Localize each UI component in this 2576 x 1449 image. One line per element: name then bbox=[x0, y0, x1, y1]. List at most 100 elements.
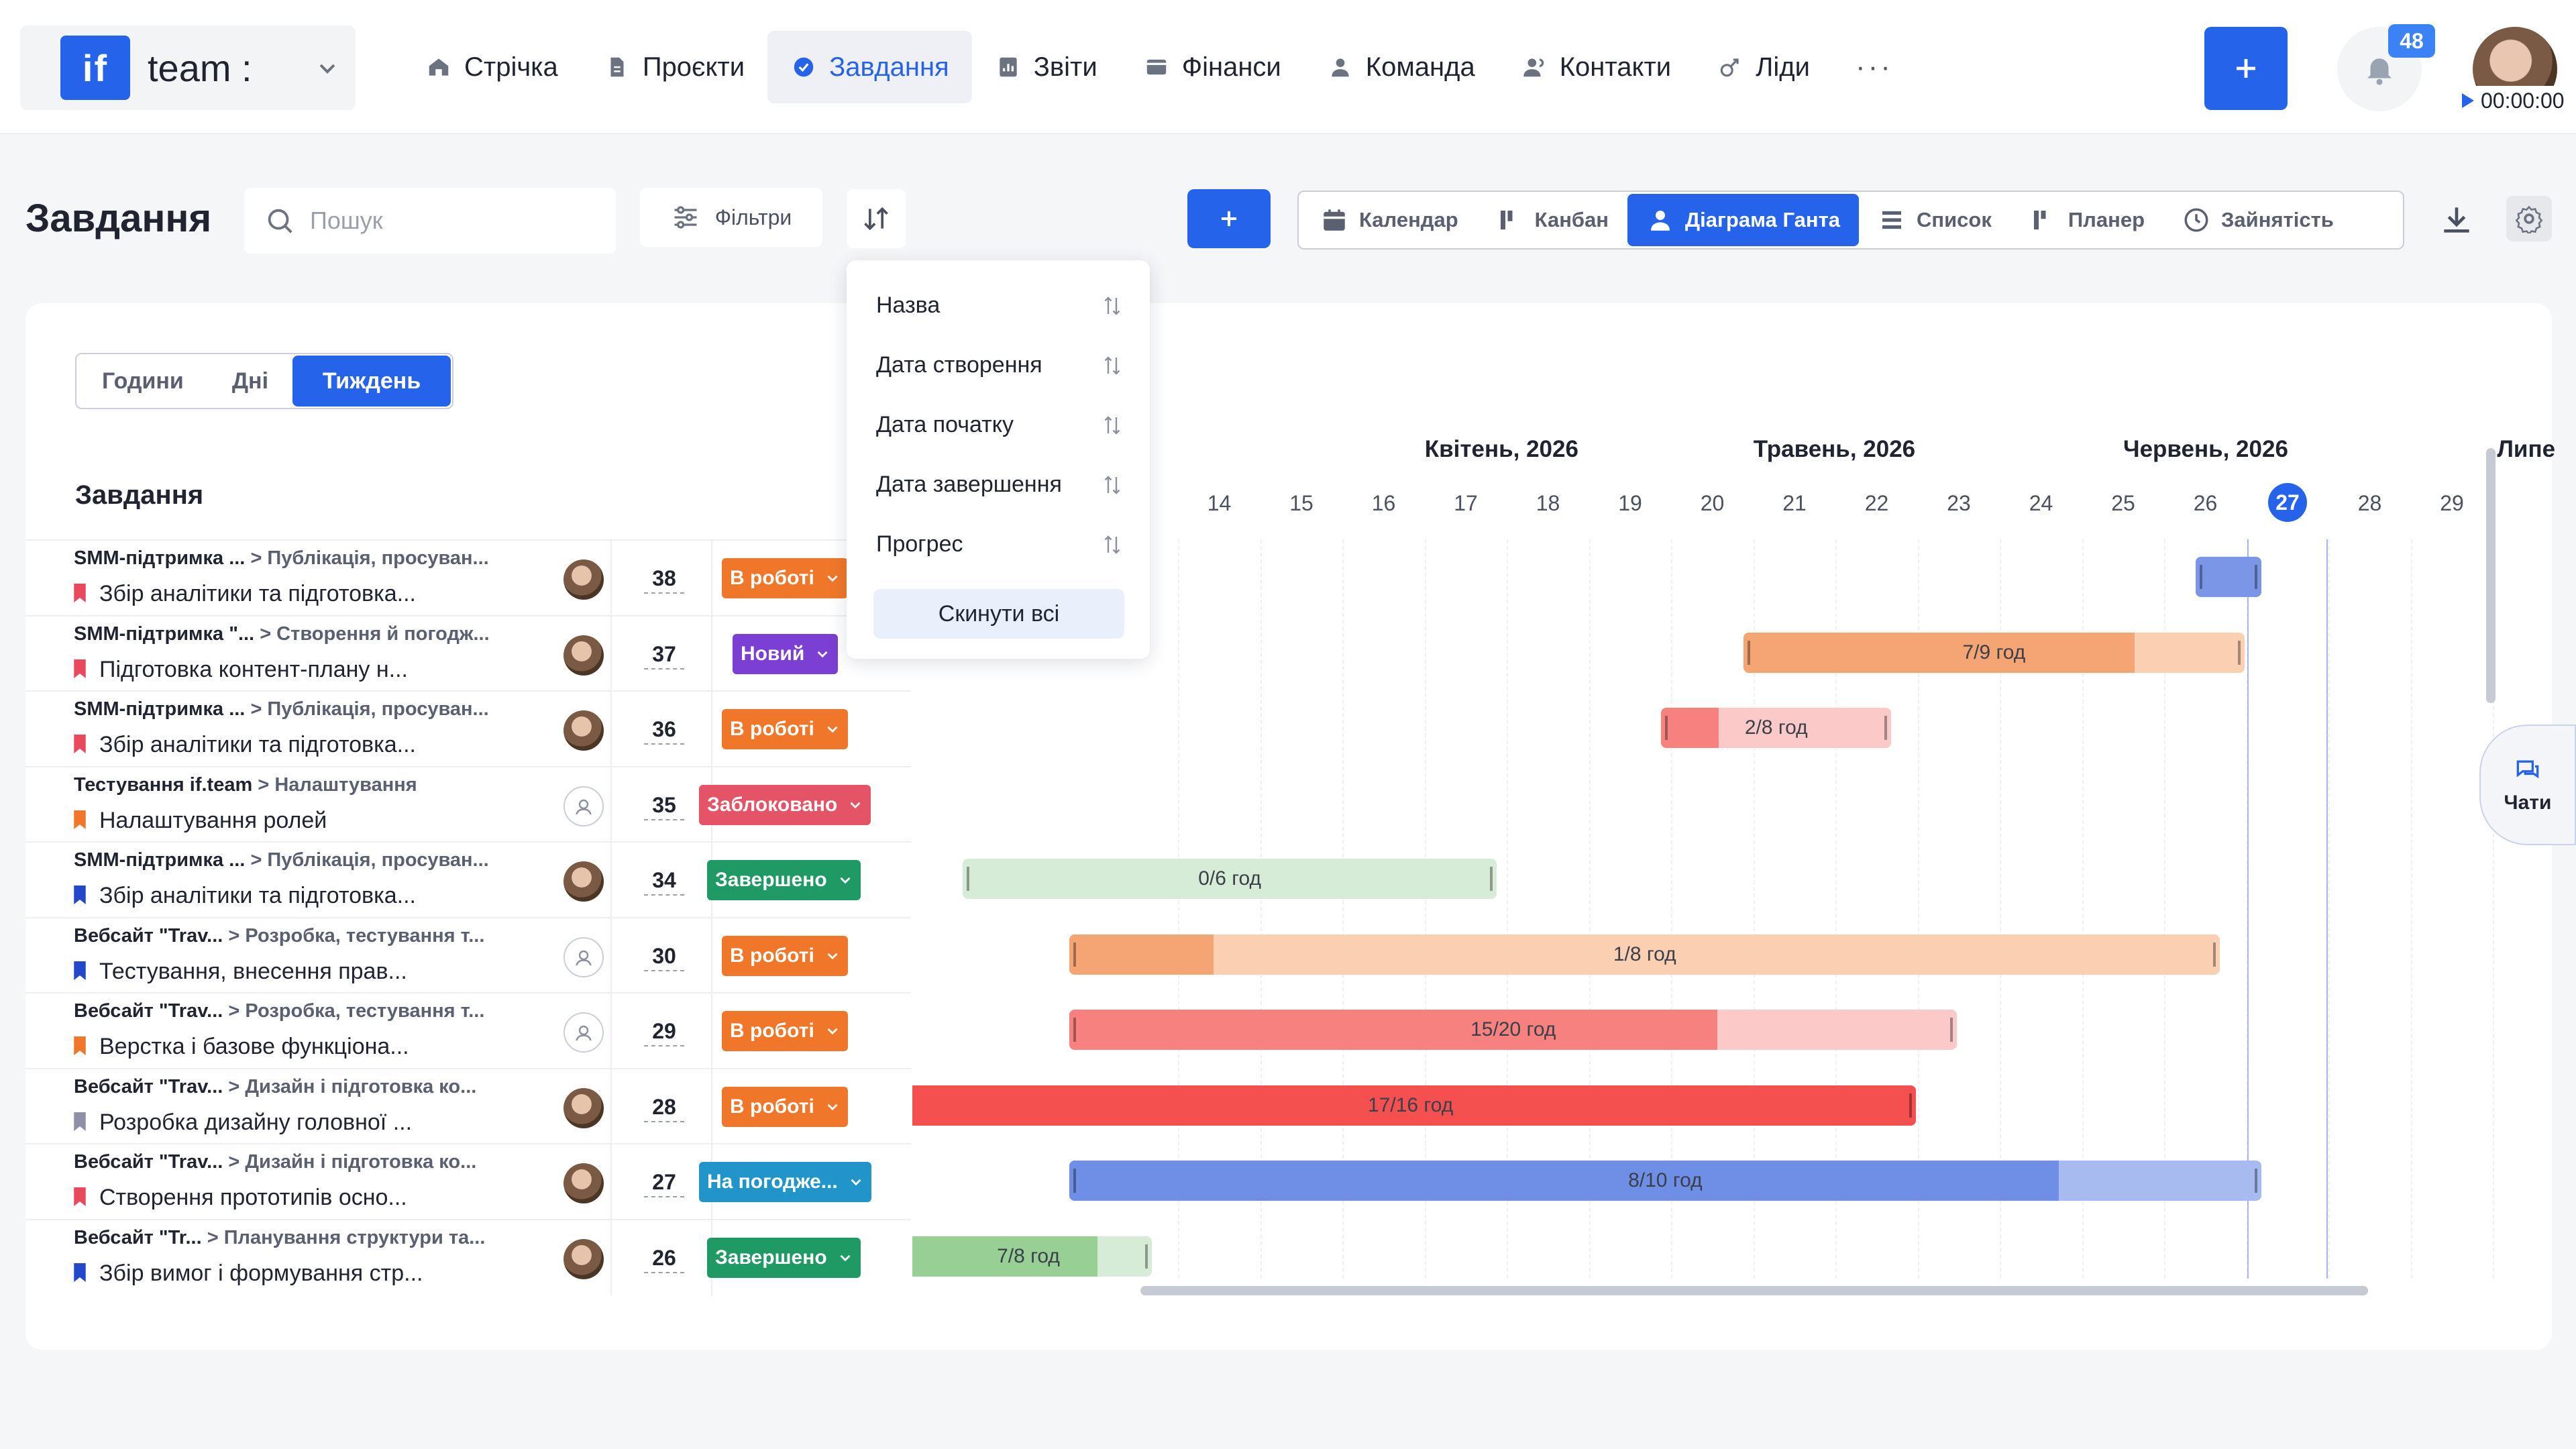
status-dropdown[interactable]: В роботі bbox=[722, 558, 848, 598]
gantt-bar[interactable]: 8/10 год bbox=[1069, 1161, 2261, 1201]
status-dropdown[interactable]: В роботі bbox=[722, 1011, 848, 1051]
nav-item-1[interactable]: Проєкти bbox=[581, 31, 767, 103]
task-id[interactable]: 35 bbox=[644, 793, 684, 820]
project-name[interactable]: Вебсайт "Trav... bbox=[74, 925, 223, 947]
task-id[interactable]: 27 bbox=[644, 1170, 684, 1197]
task-name[interactable]: Збір аналітики та підготовка... bbox=[99, 883, 416, 909]
task-name[interactable]: Збір аналітики та підготовка... bbox=[99, 581, 416, 607]
section-name[interactable]: > Публікація, просуван... bbox=[250, 849, 488, 871]
status-dropdown[interactable]: На погодже... bbox=[699, 1162, 871, 1202]
task-id[interactable]: 36 bbox=[644, 717, 684, 745]
create-button[interactable] bbox=[2204, 27, 2288, 110]
task-row[interactable]: SMM-підтримка ... > Публікація, просуван… bbox=[25, 539, 911, 616]
status-dropdown[interactable]: В роботі bbox=[722, 709, 848, 749]
status-dropdown[interactable]: Завершено bbox=[707, 860, 861, 900]
status-dropdown[interactable]: В роботі bbox=[722, 935, 848, 976]
assignee-avatar[interactable] bbox=[564, 559, 604, 600]
resize-handle-start[interactable] bbox=[1073, 1018, 1077, 1042]
download-button[interactable] bbox=[2427, 191, 2486, 250]
task-row[interactable]: Вебсайт "Trav... > Дизайн і підготовка к… bbox=[25, 1067, 911, 1144]
sort-button[interactable] bbox=[847, 189, 906, 248]
resize-handle-start[interactable] bbox=[1073, 942, 1077, 967]
resize-handle-end[interactable] bbox=[2213, 942, 2216, 967]
gantt-bar[interactable]: 7/8 год bbox=[912, 1236, 1152, 1277]
section-name[interactable]: > Створення й погодж... bbox=[260, 623, 489, 645]
reset-sort-button[interactable]: Скинути всі bbox=[873, 589, 1124, 639]
task-row[interactable]: Вебсайт "Trav... > Дизайн і підготовка к… bbox=[25, 1143, 911, 1220]
task-name[interactable]: Тестування, внесення прав... bbox=[99, 959, 407, 985]
project-name[interactable]: SMM-підтримка ... bbox=[74, 698, 245, 720]
section-name[interactable]: > Налаштування bbox=[258, 774, 417, 796]
section-name[interactable]: > Планування структури та... bbox=[207, 1227, 486, 1248]
view-tab-0[interactable]: Календар bbox=[1301, 194, 1477, 246]
view-tab-3[interactable]: Список bbox=[1859, 194, 2010, 246]
task-name[interactable]: Верстка і базове функціона... bbox=[99, 1034, 409, 1060]
sort-option-4[interactable]: Прогрес bbox=[876, 531, 1124, 557]
resize-handle-start[interactable] bbox=[967, 867, 969, 891]
sort-option-3[interactable]: Дата завершення bbox=[876, 472, 1124, 498]
task-id[interactable]: 28 bbox=[644, 1095, 684, 1122]
task-row[interactable]: Вебсайт "Trav... > Розробка, тестування … bbox=[25, 992, 911, 1069]
project-name[interactable]: SMM-підтримка ... bbox=[74, 849, 245, 871]
view-tab-5[interactable]: Зайнятість bbox=[2163, 194, 2353, 246]
nav-item-5[interactable]: Команда bbox=[1304, 31, 1498, 103]
gantt-bar[interactable] bbox=[2195, 557, 2261, 597]
gantt-bar[interactable]: 15/20 год bbox=[1069, 1010, 1957, 1050]
scale-option-0[interactable]: Години bbox=[78, 356, 208, 407]
resize-handle-end[interactable] bbox=[1490, 867, 1493, 891]
project-name[interactable]: Вебсайт "Trav... bbox=[74, 1076, 223, 1097]
task-row[interactable]: SMM-підтримка ... > Публікація, просуван… bbox=[25, 841, 911, 918]
section-name[interactable]: > Розробка, тестування т... bbox=[228, 925, 484, 947]
assignee-avatar[interactable] bbox=[564, 635, 604, 676]
assignee-avatar[interactable] bbox=[564, 861, 604, 902]
project-name[interactable]: SMM-підтримка "... bbox=[74, 623, 254, 645]
task-row[interactable]: Вебсайт "Trav... > Розробка, тестування … bbox=[25, 916, 911, 994]
more-menu-button[interactable]: ··· bbox=[1833, 50, 1916, 84]
project-name[interactable]: Вебсайт "Trav... bbox=[74, 1151, 223, 1173]
nav-item-4[interactable]: Фінанси bbox=[1120, 31, 1304, 103]
nav-item-2[interactable]: Завдання bbox=[767, 31, 972, 103]
scale-option-1[interactable]: Дні bbox=[208, 356, 292, 407]
task-id[interactable]: 29 bbox=[644, 1019, 684, 1046]
gantt-bar[interactable]: 1/8 год bbox=[1069, 934, 2220, 975]
task-name[interactable]: Підготовка контент-плану н... bbox=[99, 657, 408, 683]
project-name[interactable]: SMM-підтримка ... bbox=[74, 547, 245, 569]
sort-option-1[interactable]: Дата створення bbox=[876, 352, 1124, 378]
project-name[interactable]: Вебсайт "Tr... bbox=[74, 1227, 202, 1248]
resize-handle-start[interactable] bbox=[1073, 1169, 1077, 1193]
sort-option-2[interactable]: Дата початку bbox=[876, 412, 1124, 438]
task-row[interactable]: Тестування if.team > Налаштування Налашту… bbox=[25, 765, 911, 843]
task-name[interactable]: Розробка дизайну головної ... bbox=[99, 1110, 412, 1136]
resize-handle-start[interactable] bbox=[1747, 640, 1750, 665]
time-tracker[interactable]: 00:00:00 bbox=[2455, 86, 2576, 115]
task-id[interactable]: 34 bbox=[644, 868, 684, 896]
gantt-bar[interactable]: 7/9 год bbox=[1743, 632, 2245, 673]
section-name[interactable]: > Розробка, тестування т... bbox=[228, 1000, 484, 1022]
nav-item-0[interactable]: Стрічка bbox=[402, 31, 581, 103]
resize-handle-start[interactable] bbox=[1665, 716, 1668, 740]
resize-handle-end[interactable] bbox=[1950, 1018, 1953, 1042]
settings-button[interactable] bbox=[2506, 196, 2552, 241]
view-tab-4[interactable]: Планер bbox=[2010, 194, 2163, 246]
section-name[interactable]: > Публікація, просуван... bbox=[250, 547, 488, 569]
project-name[interactable]: Тестування if.team bbox=[74, 774, 252, 796]
assignee-avatar[interactable] bbox=[564, 1238, 604, 1279]
task-name[interactable]: Налаштування ролей bbox=[99, 808, 327, 834]
workspace-switcher[interactable]: if team : bbox=[20, 25, 356, 110]
task-id[interactable]: 37 bbox=[644, 642, 684, 669]
add-task-button[interactable] bbox=[1187, 189, 1271, 248]
task-name[interactable]: Збір вимог і формування стр... bbox=[99, 1260, 423, 1287]
scale-option-2[interactable]: Тиждень bbox=[292, 356, 451, 407]
nav-item-7[interactable]: Ліди bbox=[1694, 31, 1833, 103]
view-tab-1[interactable]: Канбан bbox=[1477, 194, 1627, 246]
gantt-bar[interactable]: 0/6 год bbox=[963, 859, 1497, 899]
status-dropdown[interactable]: В роботі bbox=[722, 1086, 848, 1127]
resize-handle-end[interactable] bbox=[1884, 716, 1888, 740]
view-tab-2[interactable]: Діаграма Ганта bbox=[1627, 194, 1860, 246]
task-id[interactable]: 38 bbox=[644, 566, 684, 594]
resize-handle-end[interactable] bbox=[1909, 1093, 1912, 1118]
assignee-avatar[interactable] bbox=[564, 1087, 604, 1128]
resize-handle-end[interactable] bbox=[2238, 640, 2241, 665]
nav-item-3[interactable]: Звіти bbox=[972, 31, 1120, 103]
chats-button[interactable]: Чати bbox=[2479, 724, 2576, 845]
